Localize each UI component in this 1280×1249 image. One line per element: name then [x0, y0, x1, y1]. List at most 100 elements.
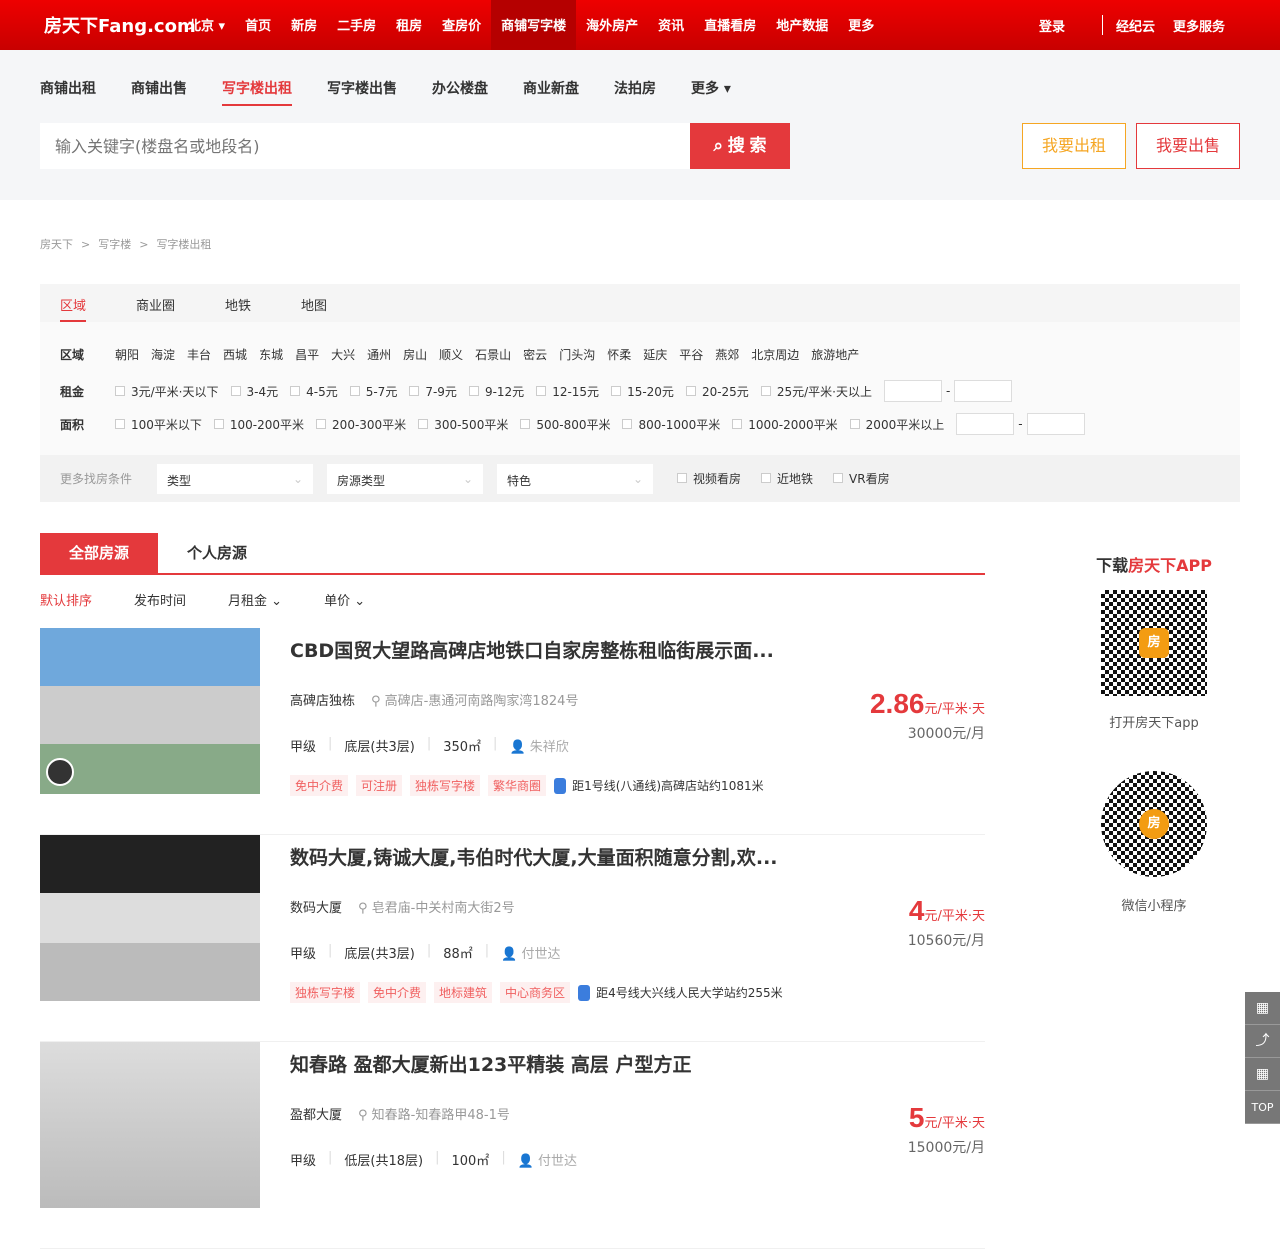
area-option[interactable]: 延庆 — [643, 346, 667, 363]
checkbox[interactable] — [622, 419, 633, 429]
area-option[interactable]: 怀柔 — [607, 346, 631, 363]
range-max-input[interactable] — [954, 380, 1013, 402]
filter-tab[interactable]: 商业圈 — [136, 284, 175, 322]
nav-item[interactable]: 地产数据 — [766, 0, 838, 50]
crumb[interactable]: 写字楼 — [98, 238, 131, 251]
nav-item[interactable]: 查房价 — [432, 0, 491, 50]
filter-option[interactable]: 500-800平米 — [520, 416, 610, 433]
sort-unit[interactable]: 单价 ⌄ — [324, 590, 365, 609]
filter-option[interactable]: 3-4元 — [230, 383, 278, 400]
filter-tab[interactable]: 地铁 — [225, 284, 251, 322]
area-option[interactable]: 燕郊 — [715, 346, 739, 363]
sort-default[interactable]: 默认排序 — [40, 590, 92, 609]
checkbox[interactable] — [230, 386, 241, 396]
checkbox[interactable] — [760, 386, 771, 396]
area-option[interactable]: 丰台 — [187, 346, 211, 363]
listing-image[interactable] — [40, 835, 260, 1001]
checkbox[interactable] — [677, 473, 688, 483]
area-option[interactable]: 旅游地产 — [811, 346, 859, 363]
range-min-input[interactable] — [956, 413, 1015, 435]
checkbox[interactable] — [115, 419, 125, 429]
search-input[interactable] — [40, 123, 690, 169]
filter-option[interactable]: 3元/平米·天以下 — [115, 383, 219, 400]
tab-personal[interactable]: 个人房源 — [158, 533, 276, 573]
listing-title[interactable]: CBD国贸大望路高碑店地铁口自家房整栋租临街展示面... — [290, 636, 774, 663]
agent[interactable]: 👤 付世达 — [518, 1150, 577, 1169]
tab-all[interactable]: 全部房源 — [40, 533, 158, 573]
type-select[interactable]: 类型 ⌄ — [157, 463, 314, 494]
checkbox[interactable] — [833, 473, 844, 483]
search-button[interactable]: ⌕ 搜 索 — [690, 123, 790, 169]
open-app-label[interactable]: 打开房天下app — [1084, 712, 1224, 731]
filter-option[interactable]: 12-15元 — [536, 383, 599, 400]
vr-check[interactable]: VR看房 — [833, 470, 890, 487]
checkbox[interactable] — [213, 419, 224, 429]
filter-option[interactable]: 100平米以下 — [115, 416, 202, 433]
back-to-top-button[interactable]: TOP — [1245, 1091, 1280, 1124]
login-link[interactable]: 登录 — [1030, 16, 1074, 35]
checkbox[interactable] — [536, 386, 547, 396]
area-option[interactable]: 北京周边 — [751, 346, 799, 363]
nav-item[interactable]: 首页 — [235, 0, 281, 50]
tab[interactable]: 法拍房 — [614, 78, 656, 106]
filter-tab-active[interactable]: 区域 — [60, 284, 87, 322]
checkbox[interactable] — [290, 386, 301, 396]
tab[interactable]: 写字楼出售 — [327, 78, 397, 106]
area-option[interactable]: 昌平 — [295, 346, 319, 363]
qr-icon[interactable]: ▦ — [1245, 992, 1280, 1025]
building-name[interactable]: 盈都大厦 — [290, 1108, 342, 1123]
range-min-input[interactable] — [883, 380, 942, 402]
area-option[interactable]: 朝阳 — [115, 346, 139, 363]
area-option[interactable]: 大兴 — [331, 346, 355, 363]
nav-item[interactable]: 租房 — [386, 0, 432, 50]
nav-item[interactable]: 海外房产 — [576, 0, 648, 50]
filter-option[interactable]: 25元/平米·天以上 — [760, 383, 872, 400]
area-option[interactable]: 东城 — [259, 346, 283, 363]
checkbox[interactable] — [520, 419, 531, 429]
checkbox[interactable] — [349, 386, 360, 396]
agent[interactable]: 👤 付世达 — [501, 943, 560, 962]
nav-item[interactable]: 二手房 — [327, 0, 386, 50]
tab[interactable]: 商业新盘 — [523, 78, 579, 106]
checkbox[interactable] — [115, 386, 125, 396]
area-option[interactable]: 门头沟 — [559, 346, 595, 363]
source-type-select[interactable]: 房源类型 ⌄ — [327, 463, 484, 494]
checkbox[interactable] — [468, 386, 479, 396]
filter-option[interactable]: 5-7元 — [349, 383, 397, 400]
checkbox[interactable] — [849, 419, 860, 429]
listing-item[interactable]: CBD国贸大望路高碑店地铁口自家房整栋租临街展示面... 高碑店独栋 ⚲ 高碑店-惠… — [40, 628, 985, 835]
share-icon[interactable]: ⤴ — [1245, 1025, 1280, 1058]
listing-item[interactable]: 数码大厦,铸诚大厦,韦伯时代大厦,大量面积随意分割,欢... 数码大厦 ⚲ 皂君庙-… — [40, 835, 985, 1042]
area-option[interactable]: 平谷 — [679, 346, 703, 363]
filter-option[interactable]: 7-9元 — [409, 383, 457, 400]
area-option[interactable]: 房山 — [403, 346, 427, 363]
area-option[interactable]: 通州 — [367, 346, 391, 363]
checkbox[interactable] — [732, 419, 743, 429]
feature-select[interactable]: 特色 ⌄ — [497, 463, 654, 494]
nav-item[interactable]: 资讯 — [648, 0, 694, 50]
subway-check[interactable]: 近地铁 — [761, 470, 813, 487]
more-services-link[interactable]: 更多服务 — [1164, 16, 1234, 35]
nav-item[interactable]: 新房 — [281, 0, 327, 50]
range-max-input[interactable] — [1026, 413, 1085, 435]
city-selector[interactable]: 北京 ▾ — [178, 0, 235, 50]
sort-rent[interactable]: 月租金 ⌄ — [228, 590, 282, 609]
crumb[interactable]: 房天下 — [40, 238, 73, 251]
tab[interactable]: 办公楼盘 — [432, 78, 488, 106]
nav-item[interactable]: 更多 — [838, 0, 884, 50]
video-check[interactable]: 视频看房 — [677, 470, 741, 487]
agent-cloud-link[interactable]: 经纪云 — [1107, 16, 1164, 35]
logo[interactable]: 房天下Fang.com — [44, 12, 196, 38]
filter-option[interactable]: 9-12元 — [468, 383, 524, 400]
listing-image[interactable] — [40, 628, 260, 794]
agent[interactable]: 👤 朱祥欣 — [509, 736, 568, 755]
checkbox[interactable] — [409, 386, 420, 396]
sort-time[interactable]: 发布时间 — [134, 590, 186, 609]
checkbox[interactable] — [611, 386, 622, 396]
area-option[interactable]: 石景山 — [475, 346, 511, 363]
filter-option[interactable]: 300-500平米 — [418, 416, 508, 433]
tab[interactable]: 商铺出租 — [40, 78, 96, 106]
video-play-icon[interactable] — [46, 758, 74, 786]
tab-more[interactable]: 更多 ▾ — [691, 78, 731, 106]
filter-option[interactable]: 2000平米以上 — [849, 416, 944, 433]
